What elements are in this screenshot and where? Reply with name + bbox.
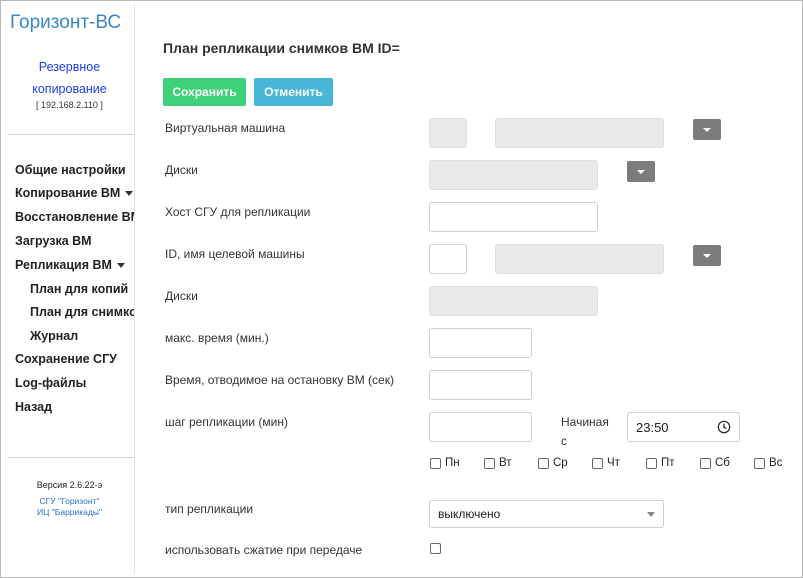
target-disks-field (429, 286, 598, 316)
day-checkbox-mon[interactable]: Пн (430, 457, 460, 469)
page-title: План репликации снимков ВМ ID= (163, 40, 400, 56)
rep-type-label: тип репликации (165, 502, 254, 516)
rep-type-select[interactable]: выключено (429, 500, 664, 528)
day-label: Вс (769, 457, 783, 469)
checkbox[interactable] (754, 457, 765, 469)
step-label: шаг репликации (мин) (165, 415, 288, 429)
sidebar-divider (8, 457, 134, 458)
sidebar-item-label: Копирование ВМ (15, 186, 121, 200)
day-checkbox-sat[interactable]: Сб (700, 457, 730, 469)
chevron-down-icon (125, 191, 134, 197)
day-label: Ср (553, 457, 568, 469)
sidebar: Горизонт-ВС ˙ Резервное копирование [ 19… (4, 4, 135, 574)
day-checkbox-fri[interactable]: Пт (646, 457, 675, 469)
max-time-input[interactable] (429, 328, 532, 358)
save-button[interactable]: Сохранить (163, 78, 246, 106)
sidebar-item-save-sgu[interactable]: Сохранение СГУ (15, 352, 117, 366)
sidebar-item-vm-restore[interactable]: Восстановление ВМ (15, 210, 134, 224)
checkbox[interactable] (430, 457, 441, 469)
disks-label: Диски (165, 163, 198, 177)
sidebar-subitem-journal[interactable]: Журнал (30, 329, 78, 343)
vm-id-field (429, 118, 467, 148)
checkbox[interactable] (592, 457, 603, 469)
rep-type-value: выключено (438, 507, 501, 521)
clock-icon[interactable] (717, 420, 731, 434)
target-dropdown-button[interactable] (693, 245, 721, 266)
stop-time-input[interactable] (429, 370, 532, 400)
day-label: Сб (715, 457, 730, 469)
checkbox[interactable] (700, 457, 711, 469)
disks-dropdown-button[interactable] (627, 161, 655, 182)
target-name-field (495, 244, 664, 274)
max-time-label: макс. время (мин.) (165, 331, 269, 345)
chevron-down-icon (647, 511, 655, 517)
stop-time-label: Время, отводимое на остановку ВМ (сек) (165, 373, 394, 387)
brand-mark: ˙ (128, 16, 131, 25)
start-label: Начиная с (561, 415, 609, 448)
sidebar-item-vm-load[interactable]: Загрузка ВМ (15, 234, 92, 248)
sidebar-item-general-settings[interactable]: Общие настройки (15, 163, 126, 177)
day-label: Пн (445, 457, 460, 469)
sidebar-item-back[interactable]: Назад (15, 400, 52, 414)
day-checkbox-sun[interactable]: Вс (754, 457, 782, 469)
day-checkbox-wed[interactable]: Ср (538, 457, 568, 469)
sidebar-item-vm-replication[interactable]: Репликация ВМ (15, 258, 125, 272)
day-checkbox-thu[interactable]: Чт (592, 457, 620, 469)
sidebar-subitem-copy-plan[interactable]: План для копий (30, 282, 128, 296)
chevron-down-icon (116, 263, 125, 269)
vm-label: Виртуальная машина (165, 121, 286, 135)
host-input[interactable] (429, 202, 598, 232)
compress-checkbox[interactable] (430, 543, 441, 554)
sidebar-divider (8, 134, 134, 135)
chevron-down-icon (637, 169, 645, 174)
brand-logo[interactable]: Горизонт-ВС (10, 12, 121, 34)
step-input[interactable] (429, 412, 532, 442)
day-label: Вт (499, 457, 512, 469)
target-id-input[interactable] (429, 244, 467, 274)
chevron-down-icon (703, 253, 711, 258)
footer-link-org[interactable]: ИЦ "Баррикады" (4, 507, 134, 517)
target-disks-label: Диски (165, 289, 198, 303)
footer-link-sgu[interactable]: СГУ "Горизонт" (4, 496, 134, 506)
server-ip: [ 192.168.2.110 ] (36, 100, 103, 110)
day-label: Пт (661, 457, 675, 469)
cancel-button[interactable]: Отменить (254, 78, 333, 106)
checkbox[interactable] (484, 457, 495, 469)
compress-label: использовать сжатие при передаче (165, 543, 363, 557)
chevron-down-icon (703, 127, 711, 132)
start-time-input[interactable]: 23:50 (627, 412, 740, 442)
vm-dropdown-button[interactable] (693, 119, 721, 140)
disks-field (429, 160, 598, 190)
host-label: Хост СГУ для репликации (165, 205, 311, 219)
sidebar-item-vm-copy[interactable]: Копирование ВМ (15, 186, 134, 200)
sidebar-item-label: Репликация ВМ (15, 258, 112, 272)
target-label: ID, имя целевой машины (165, 247, 305, 261)
vm-name-field (495, 118, 664, 148)
version-text: Версия 2.6.22-э (36, 480, 103, 490)
checkbox[interactable] (538, 457, 549, 469)
day-checkbox-tue[interactable]: Вт (484, 457, 512, 469)
sidebar-subitem-snapshot-plan[interactable]: План для снимков (30, 305, 134, 319)
sidebar-item-log-files[interactable]: Log-файлы (15, 376, 86, 390)
backup-link-line1[interactable]: Резервное (4, 56, 134, 78)
day-label: Чт (607, 457, 620, 469)
start-time-value: 23:50 (636, 419, 669, 435)
checkbox[interactable] (646, 457, 657, 469)
backup-link-line2[interactable]: копирование (4, 78, 134, 100)
